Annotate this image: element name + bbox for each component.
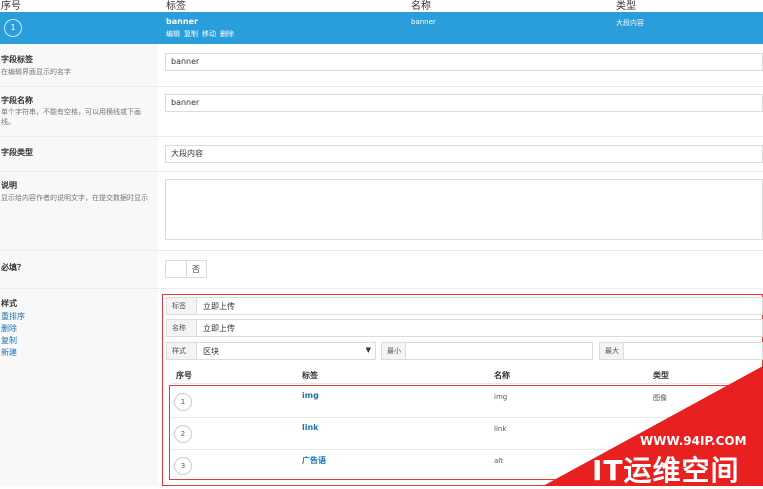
row-index-badge: 2 <box>174 425 192 443</box>
header-label: 标签 <box>166 1 186 12</box>
row-name: alt <box>494 457 503 465</box>
max-input[interactable]: 最大 <box>599 342 763 360</box>
reorder-link[interactable]: 重排序 <box>1 311 25 322</box>
row-name: link <box>494 425 507 433</box>
row-label: banner <box>166 17 198 26</box>
sub-style-key: 样式 <box>167 343 197 359</box>
instructions-textarea[interactable] <box>165 179 763 240</box>
divider <box>0 171 763 172</box>
field-label-input[interactable]: banner <box>165 53 763 71</box>
row-actions: 编辑 复制 移动 删除 <box>166 29 238 39</box>
required-toggle[interactable]: 否 <box>165 260 207 278</box>
toggle-text: 否 <box>192 265 200 274</box>
sub-header-type: 类型 <box>653 371 669 380</box>
row-type: 图像 <box>653 394 667 402</box>
edit-link[interactable]: 编辑 <box>166 30 180 38</box>
row-label-link[interactable]: 广告语 <box>302 455 326 466</box>
row-label-link[interactable]: link <box>302 423 319 432</box>
delete-link[interactable]: 删除 <box>220 30 234 38</box>
sub-style-value: 区块 <box>203 347 219 356</box>
sub-header-name: 名称 <box>494 371 510 380</box>
min-key: 最小 <box>382 343 406 359</box>
instructions-desc: 显示给内容作者的说明文字，在提交数据时显示 <box>1 194 148 202</box>
sub-label-field[interactable]: 标签 立即上传 <box>166 297 763 315</box>
min-input[interactable]: 最小 <box>381 342 593 360</box>
field-label-title: 字段标签 <box>1 55 33 64</box>
sub-style-select[interactable]: 样式 区块 ▼ <box>166 342 376 360</box>
header-type: 类型 <box>616 1 636 12</box>
sub-header-index: 序号 <box>176 371 192 380</box>
row-name: banner <box>411 18 436 26</box>
sub-label-key: 标签 <box>167 298 197 314</box>
divider <box>171 417 763 418</box>
style-title: 样式 <box>1 299 17 308</box>
field-type-select[interactable]: 大段内容 <box>165 145 763 163</box>
divider <box>171 383 763 384</box>
selected-field-row[interactable]: 1 banner 编辑 复制 移动 删除 banner 大段内容 <box>0 12 763 44</box>
divider <box>0 250 763 251</box>
header-name: 名称 <box>411 1 431 12</box>
chevron-down-icon: ▼ <box>365 346 371 354</box>
row-index-badge: 1 <box>174 393 192 411</box>
max-key: 最大 <box>600 343 624 359</box>
row-index-badge: 1 <box>4 19 22 37</box>
sub-name-key: 名称 <box>167 320 197 336</box>
sub-header-label: 标签 <box>302 371 318 380</box>
field-name-title: 字段名称 <box>1 96 33 105</box>
copy-link[interactable]: 复制 <box>1 335 17 346</box>
field-name-desc: 单个字符串，不能有空格，可以用横线或下画线。 <box>1 108 141 126</box>
sub-name-value: 立即上传 <box>203 324 235 333</box>
row-label-link[interactable]: img <box>302 391 319 400</box>
divider <box>0 86 763 87</box>
field-type-title: 字段类型 <box>1 148 33 157</box>
instructions-title: 说明 <box>1 181 17 190</box>
sub-name-field[interactable]: 名称 立即上传 <box>166 319 763 337</box>
move-link[interactable]: 移动 <box>202 30 216 38</box>
row-index-badge: 3 <box>174 457 192 475</box>
field-label-desc: 在编辑界面显示的名字 <box>1 68 71 76</box>
row-name: img <box>494 393 508 401</box>
field-name-input[interactable]: banner <box>165 94 763 112</box>
row-type: 大段内容 <box>616 19 644 27</box>
header-index: 序号 <box>1 1 21 12</box>
toggle-knob <box>166 261 187 277</box>
new-link[interactable]: 新建 <box>1 347 17 358</box>
required-title: 必填？ <box>1 263 25 272</box>
delete-link[interactable]: 删除 <box>1 323 17 334</box>
divider <box>0 136 763 137</box>
watermark-url: WWW.94IP.COM <box>640 434 747 448</box>
sub-label-value: 立即上传 <box>203 302 235 311</box>
table-header: 序号 标签 名称 类型 <box>0 0 763 12</box>
copy-link[interactable]: 复制 <box>184 30 198 38</box>
watermark-text: IT运维空间 <box>592 454 740 487</box>
divider <box>0 288 763 289</box>
